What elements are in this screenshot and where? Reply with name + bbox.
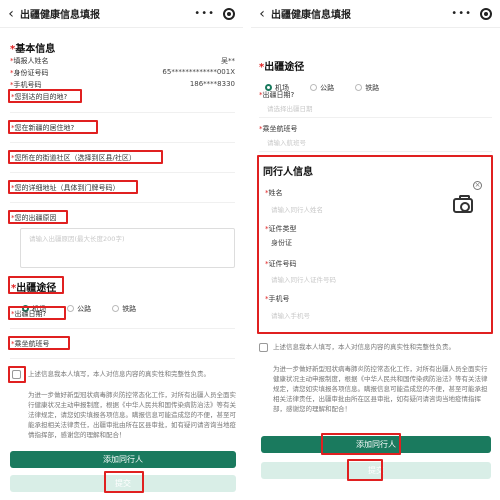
divider [10,142,235,143]
divider [10,358,235,359]
id-number-label: *证件号码 [265,260,297,268]
street-label[interactable]: *您所在的街道社区（选择到区县/社区） [11,153,136,163]
screen-divider [243,0,251,500]
residence-label[interactable]: *您在新疆的居住地? [11,123,74,133]
departure-date-label: *出疆日期? [259,91,295,99]
phone-placeholder[interactable]: 请输入手机号 [271,310,310,320]
divider [10,328,235,329]
companion-heading: 同行人信息 [263,167,313,178]
more-dots-icon[interactable]: ••• [194,8,215,19]
companion-name-placeholder[interactable]: 请输入同行人姓名 [271,204,323,214]
reason-textarea[interactable]: 请输入出疆原因(最大长度200字) [20,228,235,268]
consent-checkbox[interactable] [259,343,268,352]
route-heading: *出疆途径 [259,62,305,73]
departure-date-placeholder[interactable]: 请选择出疆日期 [267,103,313,113]
route-option-road[interactable]: 公路 [310,83,334,93]
nav-bar: ‹ 出疆健康信息填报 ••• [0,0,243,28]
highlight-companion-section [257,155,493,334]
notice-text: 为进一步做好新型冠状病毒肺炎防控常态化工作，对所有出疆人员全面实行健康状况主动申… [28,391,236,439]
highlight-submit [104,471,144,493]
back-arrow-icon[interactable]: ‹ [253,6,271,22]
highlight-add-companion [321,433,401,455]
divider [10,172,235,173]
radio-icon [67,305,75,312]
divider [259,151,492,152]
radio-icon [112,305,120,312]
id-number-value: 65*************001X [162,68,235,76]
address-label[interactable]: *您的详细地址（具体到门牌号码） [11,183,120,193]
more-dots-icon[interactable]: ••• [451,8,472,19]
flight-label: *乘坐航班号 [259,125,298,133]
add-companion-button[interactable]: 添加同行人 [10,451,236,468]
reason-label: *您的出疆原因 [11,214,57,222]
divider [259,117,492,118]
flight-label[interactable]: *乘坐航班号 [11,339,50,349]
nav-bar: ‹ 出疆健康信息填报 ••• [251,0,500,28]
consent-text: 上述信息我本人填写，本人对信息内容的真实性和完整性负责。 [28,370,210,378]
flight-placeholder[interactable]: 请输入航班号 [267,137,306,147]
notice-text: 为进一步做好新型冠状病毒肺炎防控常态化工作，对所有出疆人员全面实行健康状况主动申… [273,365,488,413]
destination-label[interactable]: *您到达的目的地? [11,92,67,102]
companion-name-label: *姓名 [265,189,283,197]
radio-icon [310,84,318,91]
page-title: 出疆健康信息填报 [20,10,100,21]
reporter-name-value: 吴** [221,57,235,65]
divider [10,202,235,203]
radio-icon [355,84,363,91]
target-icon[interactable] [223,8,235,20]
left-screen: ‹ 出疆健康信息填报 ••• *基本信息 *填报人姓名 吴** *身份证号码 6… [0,0,243,500]
id-type-label: *证件类型 [265,225,297,233]
phone-label: *手机号 [265,295,290,303]
consent-text: 上述信息我本人填写，本人对信息内容的真实性和完整性负责。 [273,343,455,351]
route-option-rail[interactable]: 铁路 [355,83,379,93]
back-arrow-icon[interactable]: ‹ [2,6,20,22]
route-option-road[interactable]: 公路 [67,304,91,314]
reporter-name-label: *填报人姓名 [10,57,49,65]
id-type-value[interactable]: 身份证 [271,238,292,248]
route-option-rail[interactable]: 铁路 [112,304,136,314]
route-heading: *出疆途径 [11,283,57,294]
phone-value: 186****8330 [189,80,235,88]
basic-info-heading: *基本信息 [10,44,56,55]
reason-placeholder: 请输入出疆原因(最大长度200字) [29,235,125,243]
camera-icon[interactable] [453,195,473,213]
page-title: 出疆健康信息填报 [271,10,351,21]
divider [10,112,235,113]
right-screen: ‹ 出疆健康信息填报 ••• *出疆途径 机场 公路 铁路 *出疆日期? 请选择… [251,0,500,500]
id-number-label: *身份证号码 [10,69,49,77]
consent-checkbox[interactable] [12,370,21,379]
close-icon[interactable]: × [473,181,482,190]
target-icon[interactable] [480,8,492,20]
id-number-placeholder[interactable]: 请输入同行人证件号码 [271,274,336,284]
departure-date-label[interactable]: *出疆日期? [11,309,46,319]
highlight-submit [347,459,383,481]
